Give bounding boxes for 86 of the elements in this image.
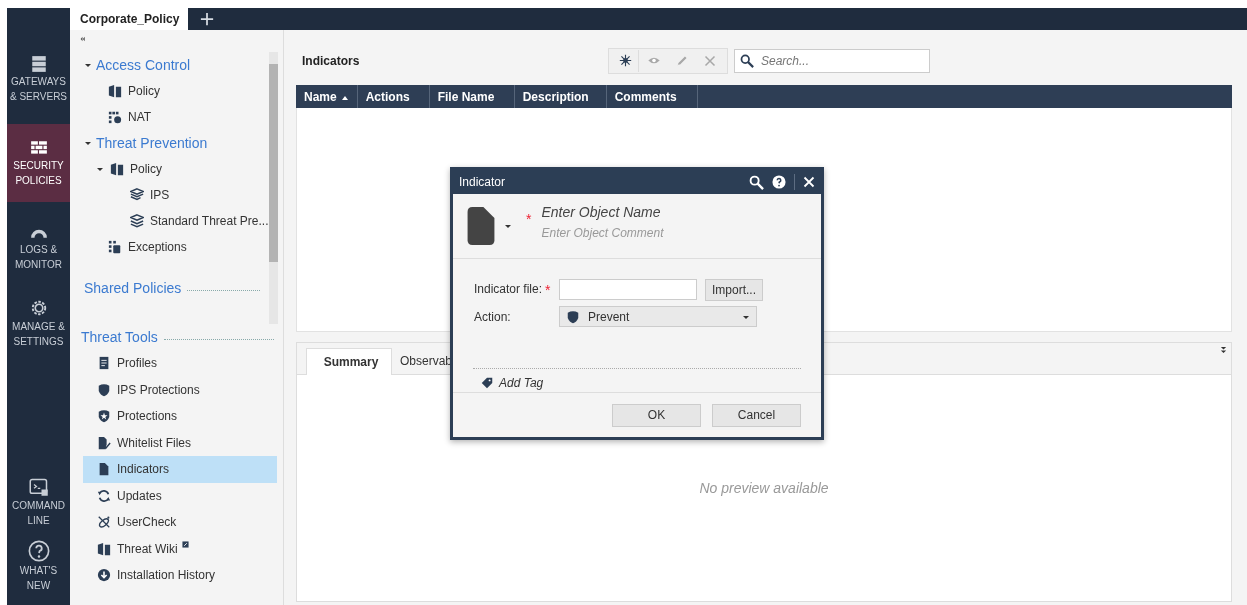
tool-item[interactable]: Installation History <box>83 562 277 589</box>
nav-item[interactable]: MANAGE & SETTINGS <box>7 292 70 354</box>
nav-item[interactable]: WHAT'S NEW <box>7 535 70 597</box>
close-icon <box>803 176 815 188</box>
shield-star-icon <box>97 409 111 424</box>
comment-field[interactable]: Enter Object Comment <box>541 226 742 240</box>
satellite-icon <box>97 515 111 530</box>
group-heading: Threat Tools <box>81 329 158 345</box>
caret-icon[interactable] <box>84 139 92 147</box>
panel-title: Indicators <box>302 53 361 68</box>
details-tab[interactable]: Observab <box>392 348 457 374</box>
book-icon <box>108 84 122 98</box>
help-icon <box>772 175 786 189</box>
tool-item[interactable]: Indicators <box>83 456 277 483</box>
caret-icon[interactable] <box>96 165 104 173</box>
file-field[interactable] <box>559 279 697 300</box>
add-tag-button[interactable]: Add Tag <box>481 375 821 391</box>
field-label: Indicator file: <box>474 281 543 298</box>
group-heading: Shared Policies <box>84 280 182 296</box>
tool-item[interactable]: Protections <box>83 403 277 430</box>
tree-item[interactable]: Exceptions <box>128 240 187 254</box>
external-link-icon <box>181 540 189 548</box>
grid-clock-icon <box>108 110 122 124</box>
name-field[interactable]: Enter Object Name <box>541 204 742 220</box>
scrollbar[interactable] <box>268 52 278 324</box>
search-field[interactable]: Search... <box>734 48 930 73</box>
tree-item[interactable]: Standard Threat Pre... <box>150 214 269 228</box>
search-icon <box>740 53 754 68</box>
import-button[interactable]: Import... <box>705 278 763 301</box>
plus-icon <box>200 12 214 26</box>
policy-tab[interactable]: Corporate_Policy <box>70 8 188 30</box>
tree-item[interactable]: NAT <box>128 110 152 124</box>
type-dropdown-button[interactable] <box>504 222 512 230</box>
shield-icon <box>566 309 580 324</box>
server-icon <box>29 55 48 73</box>
tag-icon <box>481 377 493 389</box>
layers-icon <box>130 214 144 228</box>
tool-item[interactable]: Profiles <box>83 350 277 377</box>
file-check-icon <box>97 435 111 450</box>
download-circle-icon <box>97 568 111 583</box>
help-button[interactable] <box>772 175 786 189</box>
expand-icon <box>1220 346 1227 353</box>
nav-item[interactable]: SECURITY POLICIES <box>7 124 70 202</box>
nav-item[interactable]: LOGS & MONITOR <box>7 216 70 278</box>
required-mark: * <box>526 211 532 227</box>
shield-icon <box>97 382 111 397</box>
search-button[interactable] <box>749 174 764 190</box>
book-icon <box>97 541 111 556</box>
details-tab[interactable]: Summary <box>306 348 392 375</box>
search-icon <box>749 174 764 190</box>
pencil-icon <box>675 54 689 67</box>
section-heading[interactable]: Access Control <box>96 57 191 73</box>
tool-item[interactable]: IPS Protections <box>83 376 277 403</box>
tool-item[interactable]: Whitelist Files <box>83 429 277 456</box>
close-icon <box>704 54 716 67</box>
brick-wall-icon <box>29 139 48 157</box>
collapse-icon <box>79 36 86 42</box>
dialog-button[interactable]: Cancel <box>712 403 801 427</box>
caret-icon[interactable] <box>84 61 92 69</box>
tool-item[interactable]: Threat Wiki <box>83 535 277 562</box>
file-icon <box>97 462 111 477</box>
help-icon <box>27 540 50 562</box>
refresh-icon <box>97 488 111 503</box>
caret-icon <box>504 222 512 230</box>
empty-message: No preview available <box>699 480 829 496</box>
layers-icon <box>130 188 144 202</box>
nav-item[interactable]: GATEWAYS & SERVERS <box>7 48 70 110</box>
field-label: Action: <box>474 309 511 324</box>
nav-item[interactable]: COMMAND LINE <box>7 471 70 533</box>
required-mark: * <box>545 281 551 298</box>
tree-item[interactable]: Policy <box>128 84 160 98</box>
dialog-button[interactable]: OK <box>612 403 701 427</box>
tree-item[interactable]: Policy <box>130 162 162 176</box>
terminal-icon <box>28 477 49 497</box>
tool-item[interactable]: UserCheck <box>83 509 277 536</box>
dialog-title: Indicator <box>459 175 507 189</box>
file-icon <box>466 206 496 246</box>
tool-item[interactable]: Updates <box>83 482 277 509</box>
section-heading[interactable]: Threat Prevention <box>96 135 208 151</box>
new-icon <box>619 54 632 67</box>
document-lines-icon <box>97 356 111 371</box>
book-icon <box>110 162 124 176</box>
tree-item[interactable]: IPS <box>150 188 170 202</box>
action-dropdown[interactable]: Prevent <box>559 306 757 327</box>
close-button[interactable] <box>803 176 815 188</box>
dots-grid-icon <box>108 240 122 254</box>
